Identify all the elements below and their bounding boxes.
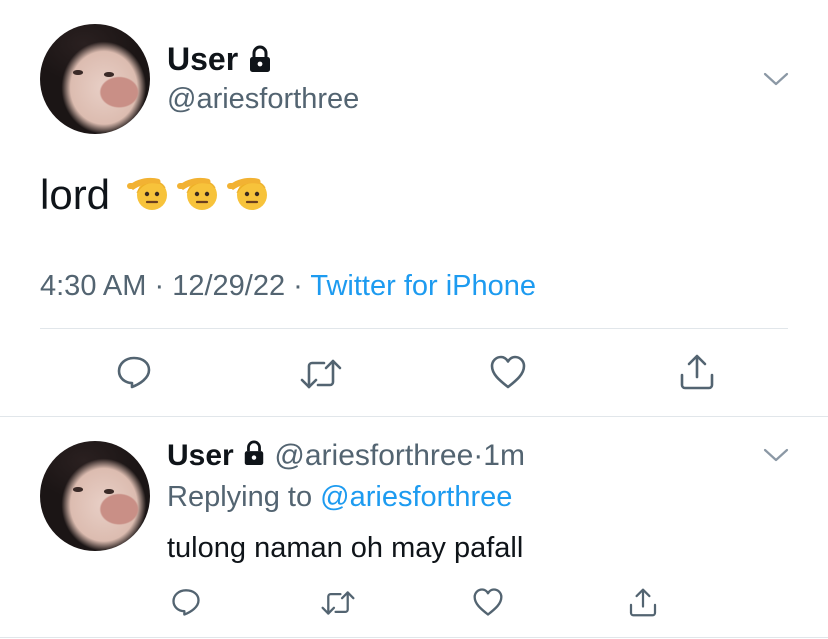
reply-icon bbox=[172, 589, 200, 616]
lock-icon bbox=[242, 439, 266, 475]
retweet-button[interactable] bbox=[318, 586, 358, 620]
emoji-row bbox=[122, 171, 272, 218]
reply-icon bbox=[117, 356, 151, 389]
tweet-text: lord bbox=[40, 171, 111, 218]
replying-to-line: Replying to @ariesforthree bbox=[167, 480, 512, 514]
share-icon bbox=[629, 588, 657, 616]
divider bbox=[40, 328, 788, 329]
separator: · bbox=[473, 439, 484, 472]
reply-age: 1m bbox=[483, 439, 525, 472]
chevron-down-icon[interactable] bbox=[762, 70, 790, 93]
retweet-button[interactable] bbox=[298, 352, 344, 396]
saluting-face-emoji bbox=[176, 170, 222, 225]
retweet-icon bbox=[300, 359, 342, 389]
display-name[interactable]: User bbox=[167, 41, 238, 77]
separator: · bbox=[293, 270, 303, 302]
saluting-face-emoji bbox=[126, 170, 172, 225]
retweet-icon bbox=[321, 591, 355, 615]
replying-to-label: Replying to bbox=[167, 481, 313, 513]
share-icon bbox=[680, 354, 714, 390]
display-name[interactable]: User bbox=[167, 439, 234, 472]
tweet-time: 4:30 AM bbox=[40, 270, 147, 302]
reply-button[interactable] bbox=[168, 584, 204, 620]
share-button[interactable] bbox=[624, 584, 662, 620]
like-button[interactable] bbox=[470, 584, 506, 620]
bottom-divider bbox=[0, 637, 828, 638]
user-handle[interactable]: @ariesforthree bbox=[167, 82, 359, 116]
heart-icon bbox=[490, 355, 526, 389]
reply-button[interactable] bbox=[112, 350, 156, 394]
tweet-date: 12/29/22 bbox=[172, 270, 286, 302]
user-handle[interactable]: @ariesforthree bbox=[274, 439, 473, 472]
chevron-down-icon[interactable] bbox=[762, 446, 790, 469]
section-divider bbox=[0, 416, 828, 417]
like-button[interactable] bbox=[486, 350, 530, 394]
heart-icon bbox=[473, 588, 503, 616]
tweet-meta: 4:30 AM · 12/29/22 · Twitter for iPhone bbox=[40, 268, 536, 304]
tweet-source-link[interactable]: Twitter for iPhone bbox=[310, 270, 536, 302]
separator: · bbox=[154, 270, 165, 302]
saluting-face-emoji bbox=[226, 170, 272, 225]
lock-icon bbox=[247, 43, 273, 81]
share-button[interactable] bbox=[674, 350, 720, 394]
reply-text: tulong naman oh may pafall bbox=[167, 532, 524, 564]
tweet-body: lord bbox=[40, 170, 272, 225]
avatar[interactable] bbox=[40, 441, 150, 551]
replying-to-link[interactable]: @ariesforthree bbox=[320, 481, 512, 513]
avatar[interactable] bbox=[40, 24, 150, 134]
